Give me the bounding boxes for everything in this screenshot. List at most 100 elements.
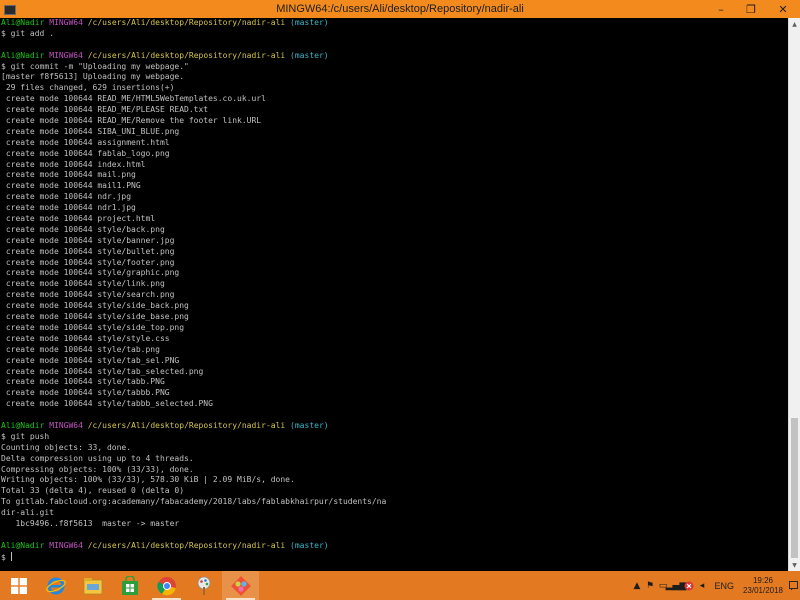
- output-line: Total 33 (delta 4), reused 0 (delta 0): [1, 486, 185, 496]
- prompt-symbol: $: [1, 28, 6, 38]
- title-bar[interactable]: MINGW64:/c/users/Ali/desktop/Repository/…: [0, 0, 800, 18]
- output-line: create mode 100644 READ_ME/HTML5WebTempl…: [1, 94, 266, 104]
- output-line: create mode 100644 style/side_back.png: [1, 301, 189, 311]
- notifications-button[interactable]: [786, 571, 800, 600]
- paint-brush-icon: [197, 576, 210, 595]
- no-internet-icon: [684, 581, 694, 590]
- output-line: Writing objects: 100% (33/33), 578.30 Ki…: [1, 475, 295, 485]
- output-line: create mode 100644 mail1.PNG: [1, 181, 141, 191]
- input-language[interactable]: ENG: [714, 581, 734, 591]
- command-line: $ git push: [0, 432, 788, 443]
- output-line: create mode 100644 style/link.png: [1, 279, 165, 289]
- text-cursor: [10, 551, 12, 561]
- volume-icon[interactable]: ◂: [696, 579, 707, 593]
- output-line: create mode 100644 style/tabbb.PNG: [1, 388, 170, 398]
- scroll-down-icon[interactable]: ▼: [789, 559, 800, 571]
- system-clock[interactable]: 19:26 23/01/2018: [740, 576, 786, 596]
- start-button[interactable]: [0, 571, 37, 600]
- output-line: 1bc9496..f8f5613 master -> master: [1, 518, 180, 528]
- prompt-user: Ali@Nadir: [1, 420, 45, 430]
- prompt-line: Ali@Nadir MINGW64 /c/users/Ali/desktop/R…: [0, 541, 788, 552]
- clock-time: 19:26: [752, 575, 774, 585]
- taskbar: ▲ ⚑ ▭ ▂▄▆ ◂ ENG 19:26 23/01/2018: [0, 571, 800, 600]
- output-line: Delta compression using up to 4 threads.: [1, 453, 194, 463]
- store-button[interactable]: [111, 571, 148, 600]
- prompt-branch: (master): [290, 420, 329, 430]
- output-line: Counting objects: 33, done.: [1, 442, 132, 452]
- scroll-up-icon[interactable]: ▲: [789, 18, 800, 30]
- prompt-path: /c/users/Ali/desktop/Repository/nadir-al…: [87, 420, 286, 430]
- prompt-env: MINGW64: [49, 50, 83, 60]
- prompt-path: /c/users/Ali/desktop/Repository/nadir-al…: [87, 50, 286, 60]
- output-line: create mode 100644 mail.png: [1, 170, 136, 180]
- output-line: [master f8f5613] Uploading my webpage.: [1, 72, 185, 82]
- system-tray: ▲ ⚑ ▭ ▂▄▆ ◂ ENG 19:26 23/01/2018: [630, 571, 800, 600]
- output-line: create mode 100644 ndr1.jpg: [1, 203, 136, 213]
- notification-icon: [788, 580, 798, 590]
- close-button[interactable]: ✕: [766, 0, 800, 18]
- command-input-line[interactable]: $: [0, 551, 788, 563]
- output-line: create mode 100644 style/footer.png: [1, 257, 175, 267]
- output-line: create mode 100644 style/banner.jpg: [1, 235, 175, 245]
- restore-button[interactable]: ❐: [736, 0, 766, 18]
- prompt-symbol: $: [1, 552, 6, 562]
- output-line: create mode 100644 style/side_base.png: [1, 312, 189, 322]
- terminal-output[interactable]: Ali@Nadir MINGW64 /c/users/Ali/desktop/R…: [0, 18, 788, 571]
- minimize-button[interactable]: –: [706, 0, 736, 18]
- output-line: Compressing objects: 100% (33/33), done.: [1, 464, 194, 474]
- output-line: To gitlab.fabcloud.org:academany/fabacad…: [1, 497, 387, 507]
- terminal-scrollbar[interactable]: ▲ ▼: [788, 18, 800, 571]
- prompt-env: MINGW64: [49, 540, 83, 550]
- chrome-button[interactable]: [148, 571, 185, 600]
- clock-date: 23/01/2018: [742, 585, 784, 595]
- output-line: create mode 100644 style/tabb.PNG: [1, 377, 165, 387]
- scrollbar-thumb[interactable]: [791, 418, 798, 558]
- output-line: create mode 100644 style/side_top.png: [1, 322, 185, 332]
- window-controls: – ❐ ✕: [706, 0, 800, 18]
- output-line: create mode 100644 style/back.png: [1, 224, 165, 234]
- prompt-env: MINGW64: [49, 420, 83, 430]
- output-line: 29 files changed, 629 insertions(+): [1, 83, 175, 93]
- git-bash-button[interactable]: [222, 571, 259, 600]
- output-line: create mode 100644 project.html: [1, 214, 156, 224]
- output-line: create mode 100644 style/tab_sel.PNG: [1, 355, 180, 365]
- folder-icon: [83, 577, 102, 594]
- output-line: create mode 100644 assignment.html: [1, 137, 170, 147]
- internet-explorer-icon: [45, 577, 66, 594]
- output-line: dir-ali.git: [1, 508, 54, 518]
- output-line: create mode 100644 SIBA_UNI_BLUE.png: [1, 126, 180, 136]
- command-text: git commit -m "Uploading my webpage.": [10, 61, 189, 71]
- prompt-path: /c/users/Ali/desktop/Repository/nadir-al…: [87, 540, 286, 550]
- internet-explorer-button[interactable]: [37, 571, 74, 600]
- battery-warning-icon[interactable]: [683, 579, 694, 593]
- prompt-user: Ali@Nadir: [1, 50, 45, 60]
- prompt-symbol: $: [1, 431, 6, 441]
- store-bag-icon: [121, 575, 138, 595]
- prompt-branch: (master): [290, 50, 329, 60]
- output-line: create mode 100644 READ_ME/PLEASE READ.t…: [1, 105, 209, 115]
- prompt-line: Ali@Nadir MINGW64 /c/users/Ali/desktop/R…: [0, 421, 788, 432]
- git-bash-icon: [230, 575, 251, 596]
- chrome-icon: [156, 576, 176, 595]
- output-line: create mode 100644 style/graphic.png: [1, 268, 180, 278]
- prompt-path: /c/users/Ali/desktop/Repository/nadir-al…: [87, 18, 286, 27]
- paint-button[interactable]: [185, 571, 222, 600]
- action-center-flag-icon[interactable]: ⚑: [644, 579, 655, 593]
- prompt-line: Ali@Nadir MINGW64 /c/users/Ali/desktop/R…: [0, 18, 788, 29]
- prompt-env: MINGW64: [49, 18, 83, 27]
- output-line: create mode 100644 style/tab.png: [1, 344, 160, 354]
- output-line: create mode 100644 index.html: [1, 159, 146, 169]
- network-signal-icon[interactable]: ▂▄▆: [666, 579, 687, 593]
- prompt-line: Ali@Nadir MINGW64 /c/users/Ali/desktop/R…: [0, 51, 788, 62]
- show-hidden-icons-icon[interactable]: ▲: [631, 579, 642, 593]
- output-line: create mode 100644 style/tab_selected.pn…: [1, 366, 204, 376]
- file-explorer-button[interactable]: [74, 571, 111, 600]
- prompt-user: Ali@Nadir: [1, 540, 45, 550]
- output-line: create mode 100644 style/search.png: [1, 290, 175, 300]
- prompt-symbol: $: [1, 61, 6, 71]
- prompt-user: Ali@Nadir: [1, 18, 45, 27]
- windows-icon: [10, 577, 27, 594]
